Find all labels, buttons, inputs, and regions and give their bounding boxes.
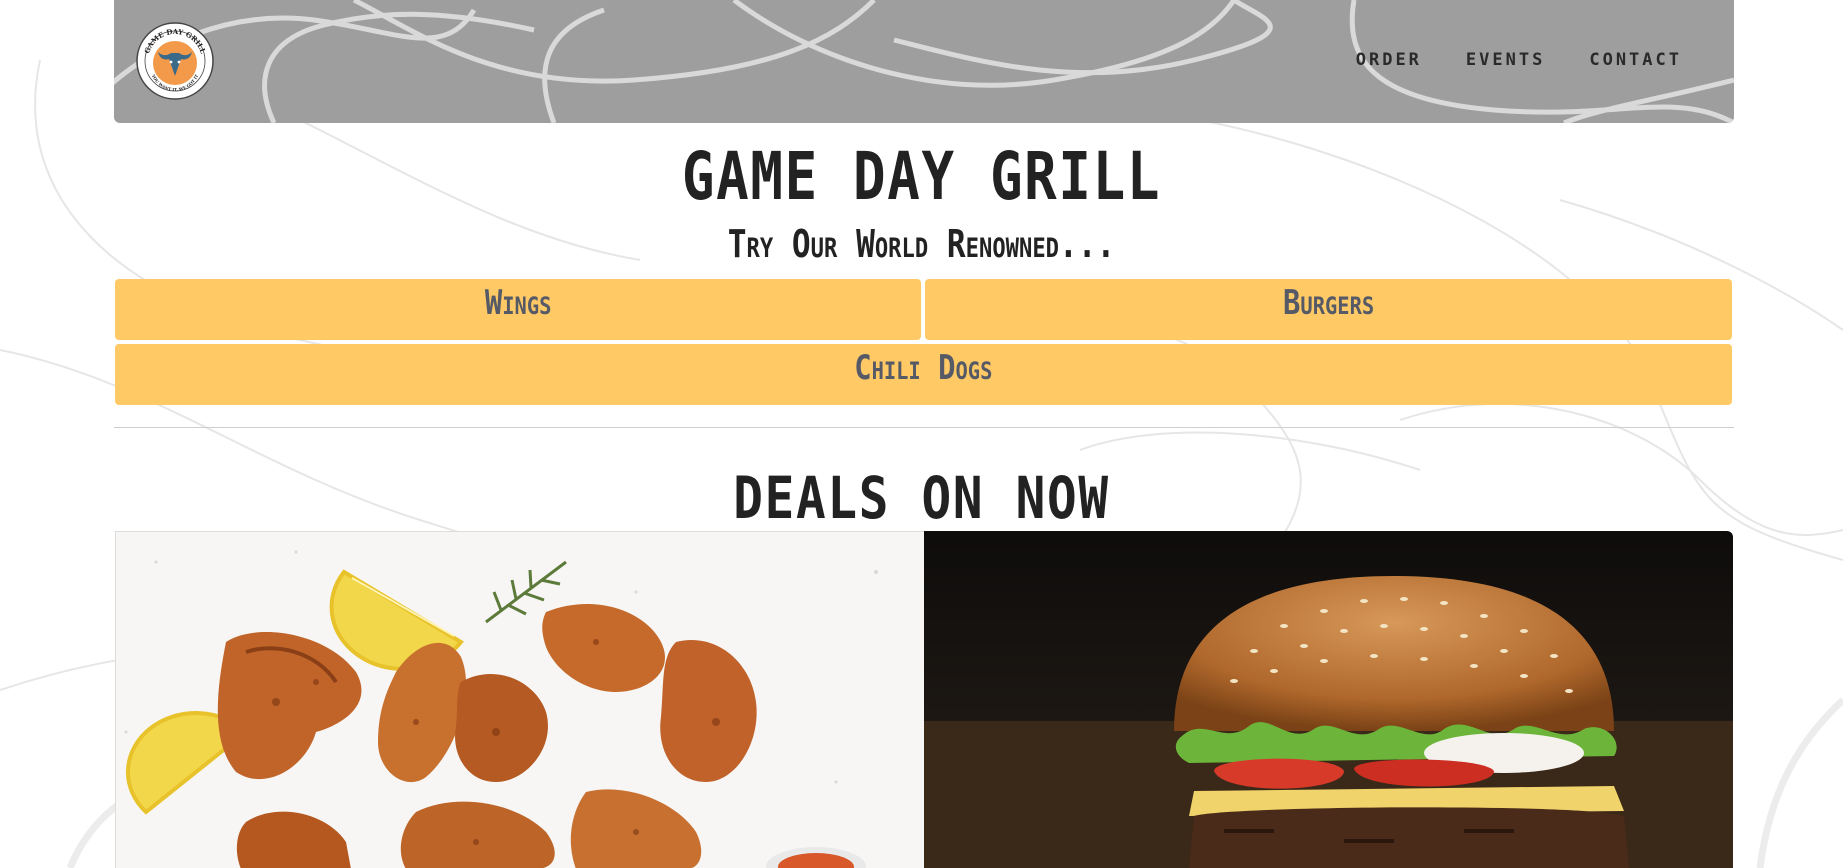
wings-illustration <box>116 532 925 868</box>
menu-button-label: Wings <box>484 283 552 323</box>
page: GAME DAY GRILL YOU WANT IT, WE GOT IT OR… <box>0 0 1843 868</box>
burger-image[interactable] <box>924 531 1733 868</box>
menu-button-wings[interactable]: Wings <box>115 279 921 340</box>
wings-image[interactable] <box>115 531 925 868</box>
menu-button-burgers[interactable]: Burgers <box>925 279 1732 340</box>
deals-title-text: DEALS ON NOW <box>733 464 1110 532</box>
page-title: GAME DAY GRILL <box>681 138 1162 215</box>
logo[interactable]: GAME DAY GRILL YOU WANT IT, WE GOT IT <box>136 22 214 100</box>
menu-button-label: Burgers <box>1282 283 1375 323</box>
hero-subtitle: Try Our World Renowned... <box>727 222 1116 266</box>
section-divider <box>114 427 1734 428</box>
nav-link-contact[interactable]: CONTACT <box>1589 50 1682 70</box>
nav-link-events[interactable]: EVENTS <box>1466 50 1545 70</box>
burger-illustration <box>924 531 1733 868</box>
nav-link-order[interactable]: ORDER <box>1356 50 1422 70</box>
nav-links: ORDER EVENTS CONTACT <box>1356 50 1682 70</box>
menu-button-label: Chili Dogs <box>854 348 993 388</box>
menu-button-chili-dogs[interactable]: Chili Dogs <box>115 344 1732 405</box>
navbar: GAME DAY GRILL YOU WANT IT, WE GOT IT OR… <box>114 0 1734 123</box>
deals-title: DEALS ON NOW <box>0 464 1843 532</box>
